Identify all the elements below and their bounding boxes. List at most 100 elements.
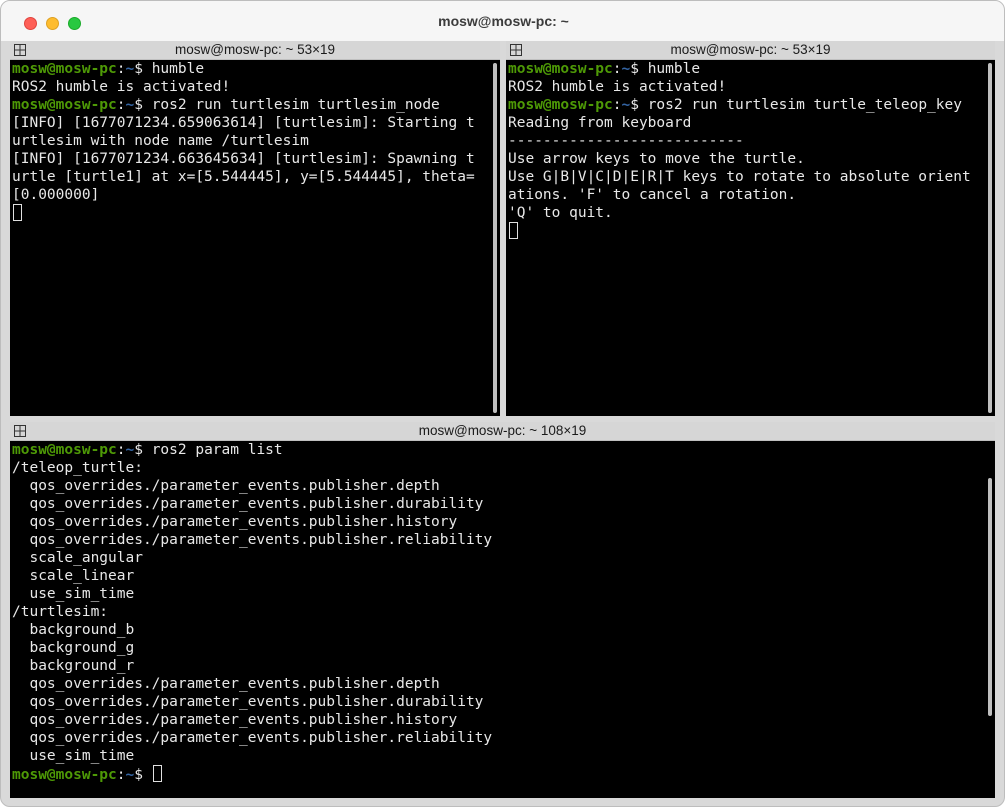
pane-divider-vertical[interactable]	[500, 41, 506, 419]
output-text: ations. 'F' to cancel a rotation.	[508, 187, 797, 203]
scrollbar[interactable]	[988, 478, 992, 716]
output-text: urtlesim with node name /turtlesim	[12, 133, 309, 149]
prompt-user: mosw@mosw-pc	[12, 97, 117, 113]
terminal-line: mosw@mosw-pc:~$ humble	[12, 60, 488, 78]
terminal-line: mosw@mosw-pc:~$ ros2 param list	[12, 441, 983, 459]
output-text: ---------------------------	[508, 133, 744, 149]
output-text: scale_angular	[12, 550, 143, 566]
terminal-line: [INFO] [1677071234.663645634] [turtlesim…	[12, 150, 488, 168]
terminal-line: mosw@mosw-pc:~$ humble	[508, 60, 983, 78]
prompt-separator: :	[612, 61, 622, 77]
output-text: qos_overrides./parameter_events.publishe…	[12, 532, 493, 548]
title-bar[interactable]: mosw@mosw-pc: ~	[1, 1, 1004, 41]
terminal-line: Use G|B|V|C|D|E|R|T keys to rotate to ab…	[508, 168, 983, 186]
pane-title: mosw@mosw-pc: ~ 53×19	[670, 42, 831, 57]
output-text: /turtlesim:	[12, 604, 109, 620]
terminal-line: qos_overrides./parameter_events.publishe…	[12, 729, 983, 747]
prompt-separator: :	[116, 442, 126, 458]
pane-header[interactable]: mosw@mosw-pc: ~ 108×19	[10, 422, 995, 441]
terminal-output[interactable]: mosw@mosw-pc:~$ ros2 param list/teleop_t…	[12, 441, 983, 798]
terminal-pane-bottom[interactable]: mosw@mosw-pc: ~ 108×19 mosw@mosw-pc:~$ r…	[10, 422, 995, 798]
prompt-separator: :	[116, 61, 126, 77]
terminal-line: scale_linear	[12, 567, 983, 585]
terminal-line: qos_overrides./parameter_events.publishe…	[12, 531, 983, 549]
terminal-line: mosw@mosw-pc:~$ ros2 run turtlesim turtl…	[12, 96, 488, 114]
cursor	[509, 222, 518, 239]
terminal-line: Reading from keyboard	[508, 114, 983, 132]
terminal-output[interactable]: mosw@mosw-pc:~$ humble ROS2 humble is act…	[12, 60, 488, 416]
terminal-line: /turtlesim:	[12, 603, 983, 621]
output-text: qos_overrides./parameter_events.publishe…	[12, 496, 484, 512]
terminal-line: scale_angular	[12, 549, 983, 567]
terminal-pane-top-left[interactable]: mosw@mosw-pc: ~ 53×19 mosw@mosw-pc:~$ hu…	[10, 41, 500, 416]
terminal-line: ations. 'F' to cancel a rotation.	[508, 186, 983, 204]
output-text: [INFO] [1677071234.659063614] [turtlesim…	[12, 115, 475, 131]
terminal-line: ROS2 humble is activated!	[508, 78, 983, 96]
pane-header[interactable]: mosw@mosw-pc: ~ 53×19	[10, 41, 500, 60]
terminal-output[interactable]: mosw@mosw-pc:~$ humble ROS2 humble is act…	[508, 60, 983, 416]
command-text: $	[134, 767, 152, 783]
prompt-path: ~	[125, 61, 135, 77]
prompt-path: ~	[125, 442, 135, 458]
command-text: $ humble	[134, 61, 205, 77]
terminal-line: [INFO] [1677071234.659063614] [turtlesim…	[12, 114, 488, 132]
terminal-line: /teleop_turtle:	[12, 459, 983, 477]
scrollbar[interactable]	[493, 63, 497, 413]
prompt-separator: :	[116, 97, 126, 113]
prompt-separator: :	[612, 97, 622, 113]
terminal-line: qos_overrides./parameter_events.publishe…	[12, 495, 983, 513]
terminal-line: 'Q' to quit.	[508, 204, 983, 222]
terminal-line: background_b	[12, 621, 983, 639]
prompt-path: ~	[125, 97, 135, 113]
output-text: ROS2 humble is activated!	[508, 79, 727, 95]
terminal-line: qos_overrides./parameter_events.publishe…	[12, 693, 983, 711]
output-text: 'Q' to quit.	[508, 205, 613, 221]
terminal-line: qos_overrides./parameter_events.publishe…	[12, 477, 983, 495]
pane-header[interactable]: mosw@mosw-pc: ~ 53×19	[506, 41, 995, 60]
terminal-line: use_sim_time	[12, 585, 983, 603]
command-text: $ ros2 param list	[134, 442, 283, 458]
output-text: [0.000000]	[12, 187, 100, 203]
split-pane-icon[interactable]	[14, 44, 26, 56]
output-text: Use G|B|V|C|D|E|R|T keys to rotate to ab…	[508, 169, 971, 185]
terminal-line: background_r	[12, 657, 983, 675]
prompt-user: mosw@mosw-pc	[508, 97, 613, 113]
output-text: scale_linear	[12, 568, 135, 584]
terminal-pane-top-right[interactable]: mosw@mosw-pc: ~ 53×19 mosw@mosw-pc:~$ hu…	[506, 41, 995, 416]
terminal-window: mosw@mosw-pc: ~ mosw@mosw-pc: ~ 53×19 mo…	[0, 0, 1005, 807]
terminal-line: ROS2 humble is activated!	[12, 78, 488, 96]
terminal-line	[12, 204, 488, 222]
output-text: /teleop_turtle:	[12, 460, 143, 476]
terminal-line: urtle [turtle1] at x=[5.544445], y=[5.54…	[12, 168, 488, 186]
cursor	[152, 765, 162, 782]
terminal-line: ---------------------------	[508, 132, 983, 150]
prompt-path: ~	[125, 767, 135, 783]
command-text: $ ros2 run turtlesim turtle_teleop_key	[630, 97, 962, 113]
scrollbar[interactable]	[988, 63, 992, 413]
split-pane-icon[interactable]	[14, 425, 26, 437]
pane-title: mosw@mosw-pc: ~ 108×19	[418, 423, 587, 438]
pane-title: mosw@mosw-pc: ~ 53×19	[174, 42, 336, 57]
output-text: background_b	[12, 622, 135, 638]
terminal-line: background_g	[12, 639, 983, 657]
output-text: use_sim_time	[12, 748, 135, 764]
terminal-line: qos_overrides./parameter_events.publishe…	[12, 711, 983, 729]
prompt-user: mosw@mosw-pc	[12, 61, 117, 77]
terminal-line: urtlesim with node name /turtlesim	[12, 132, 488, 150]
output-text: qos_overrides./parameter_events.publishe…	[12, 712, 458, 728]
cursor	[13, 204, 22, 221]
output-text: Use arrow keys to move the turtle.	[508, 151, 805, 167]
prompt-user: mosw@mosw-pc	[508, 61, 613, 77]
terminal-line: qos_overrides./parameter_events.publishe…	[12, 675, 983, 693]
terminal-line: Use arrow keys to move the turtle.	[508, 150, 983, 168]
output-text: background_g	[12, 640, 135, 656]
terminal-line: [0.000000]	[12, 186, 488, 204]
split-pane-icon[interactable]	[510, 44, 522, 56]
prompt-path: ~	[621, 61, 631, 77]
terminal-line: mosw@mosw-pc:~$	[12, 765, 983, 783]
output-text: background_r	[12, 658, 135, 674]
output-text: use_sim_time	[12, 586, 135, 602]
command-text: $ ros2 run turtlesim turtlesim_node	[134, 97, 440, 113]
output-text: ROS2 humble is activated!	[12, 79, 231, 95]
output-text: Reading from keyboard	[508, 115, 692, 131]
